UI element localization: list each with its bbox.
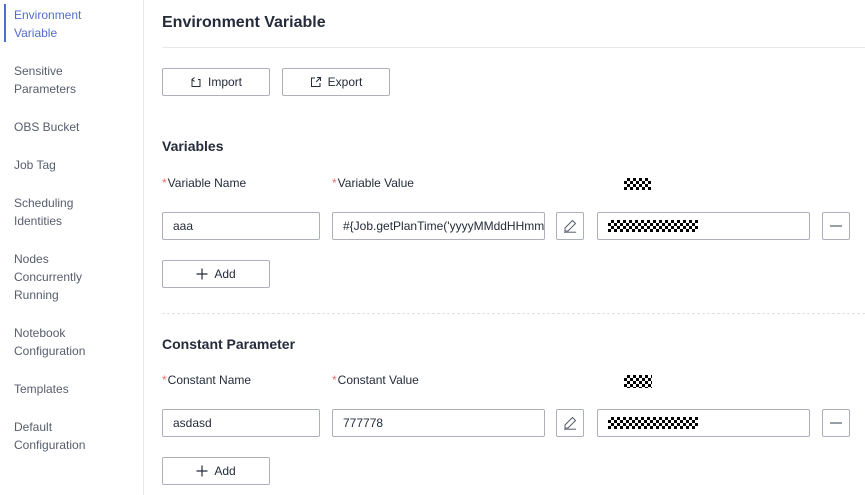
constant-remove-button[interactable] bbox=[822, 409, 850, 437]
constant-name-label-text: Constant Name bbox=[167, 373, 252, 387]
constant-edit-button[interactable] bbox=[556, 409, 584, 437]
sidebar-item-label: Default bbox=[14, 420, 53, 434]
sidebar-item-scheduling-identities[interactable]: Scheduling Identities bbox=[14, 194, 134, 230]
redacted-constant-field[interactable] bbox=[597, 409, 810, 437]
required-mark: * bbox=[162, 176, 167, 190]
sidebar: Environment Variable Sensitive Parameter… bbox=[0, 0, 144, 495]
minus-icon bbox=[830, 422, 842, 424]
sidebar-item-label: Sensitive bbox=[14, 64, 63, 78]
sidebar-item-default-configuration[interactable]: Default Configuration bbox=[14, 418, 134, 454]
variable-value-label-text: Variable Value bbox=[337, 176, 414, 190]
sidebar-item-job-tag[interactable]: Job Tag bbox=[14, 156, 134, 174]
section-divider bbox=[162, 313, 865, 314]
edit-icon bbox=[564, 416, 577, 430]
constants-section-title: Constant Parameter bbox=[162, 336, 296, 352]
add-constant-button[interactable]: Add bbox=[162, 457, 270, 485]
sidebar-item-label: Configuration bbox=[14, 438, 86, 452]
export-button-label: Export bbox=[327, 75, 363, 89]
add-variable-button[interactable]: Add bbox=[162, 260, 270, 288]
page-title: Environment Variable bbox=[162, 14, 326, 31]
constant-name-input[interactable]: asdasd bbox=[162, 409, 320, 437]
sidebar-item-label: Job Tag bbox=[14, 158, 56, 172]
variable-name-label: *Variable Name bbox=[162, 176, 246, 190]
sidebar-item-nodes-concurrently-running[interactable]: Nodes Concurrently Running bbox=[14, 250, 134, 304]
add-variable-label: Add bbox=[214, 267, 236, 281]
sidebar-item-label: Configuration bbox=[14, 344, 86, 358]
variable-remove-button[interactable] bbox=[822, 212, 850, 240]
variable-value-label: *Variable Value bbox=[332, 176, 414, 190]
constant-name-label: *Constant Name bbox=[162, 373, 251, 387]
export-icon bbox=[310, 77, 321, 87]
sidebar-item-label: Variable bbox=[14, 26, 58, 40]
variable-value-input[interactable]: #{Job.getPlanTime('yyyyMMddHHmm bbox=[332, 212, 545, 240]
sidebar-item-label: Concurrently bbox=[14, 270, 83, 284]
redacted-content bbox=[608, 417, 698, 429]
sidebar-item-label: Environment bbox=[14, 8, 82, 22]
variable-edit-button[interactable] bbox=[556, 212, 584, 240]
edit-icon bbox=[564, 219, 577, 233]
sidebar-item-notebook-configuration[interactable]: Notebook Configuration bbox=[14, 324, 134, 360]
required-mark: * bbox=[332, 373, 337, 387]
redacted-content bbox=[608, 220, 698, 232]
sidebar-item-label: Running bbox=[14, 288, 59, 302]
variable-name-input[interactable]: aaa bbox=[162, 212, 320, 240]
constant-value-label: *Constant Value bbox=[332, 373, 419, 387]
sidebar-item-templates[interactable]: Templates bbox=[14, 380, 134, 398]
required-mark: * bbox=[162, 373, 167, 387]
import-button[interactable]: Import bbox=[162, 68, 270, 96]
import-icon bbox=[191, 77, 201, 87]
main-content: Environment Variable Import Export Varia… bbox=[162, 0, 865, 495]
required-mark: * bbox=[332, 176, 337, 190]
redacted-column-header bbox=[624, 375, 652, 388]
plus-icon bbox=[196, 465, 208, 477]
sidebar-item-obs-bucket[interactable]: OBS Bucket bbox=[14, 118, 134, 136]
minus-icon bbox=[830, 225, 842, 227]
sidebar-item-label: Templates bbox=[14, 382, 69, 396]
constant-value-input[interactable]: 777778 bbox=[332, 409, 545, 437]
sidebar-item-label: Nodes bbox=[14, 252, 49, 266]
redacted-variable-field[interactable] bbox=[597, 212, 810, 240]
plus-icon bbox=[196, 268, 208, 280]
sidebar-item-sensitive-parameters[interactable]: Sensitive Parameters bbox=[14, 62, 134, 98]
sidebar-item-environment-variable[interactable]: Environment Variable bbox=[14, 6, 134, 42]
export-button[interactable]: Export bbox=[282, 68, 390, 96]
variable-name-label-text: Variable Name bbox=[167, 176, 247, 190]
sidebar-item-label: OBS Bucket bbox=[14, 120, 80, 134]
sidebar-item-label: Notebook bbox=[14, 326, 66, 340]
variables-section-title: Variables bbox=[162, 138, 224, 154]
constant-value-label-text: Constant Value bbox=[337, 373, 419, 387]
title-divider bbox=[162, 47, 865, 48]
sidebar-item-label: Identities bbox=[14, 214, 63, 228]
import-button-label: Import bbox=[207, 75, 242, 89]
add-constant-label: Add bbox=[214, 464, 236, 478]
sidebar-item-label: Scheduling bbox=[14, 196, 74, 210]
sidebar-active-indicator bbox=[4, 4, 6, 42]
redacted-column-header bbox=[624, 178, 651, 190]
sidebar-item-label: Parameters bbox=[14, 82, 77, 96]
